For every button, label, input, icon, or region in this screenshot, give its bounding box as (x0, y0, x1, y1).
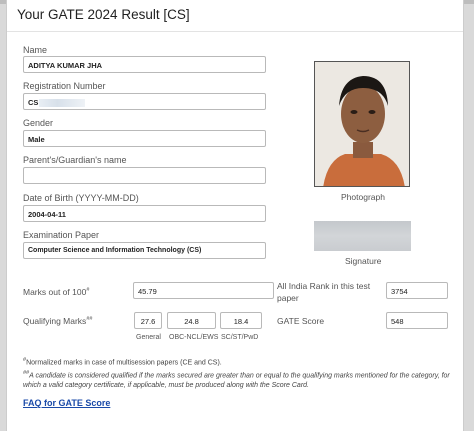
candidate-photo (314, 61, 410, 187)
parent-label: Parent's/Guardian's name (23, 155, 127, 165)
name-field: ADITYA KUMAR JHA (23, 56, 266, 73)
parent-field (23, 167, 266, 184)
gate-score-label: GATE Score (277, 316, 325, 326)
air-label: All India Rank in this test paper (277, 281, 371, 303)
registration-field: CS (23, 93, 266, 110)
qualifying-label-sup: ## (86, 316, 93, 323)
modal-header: Your GATE 2024 Result [CS] (7, 0, 463, 32)
signature-caption: Signature (345, 256, 382, 266)
marks-label: Marks out of 100# (23, 287, 89, 297)
qualifying-sc-field: 18.4 (220, 312, 262, 329)
qualifying-obc-label: OBC-NCL/EWS (169, 334, 219, 341)
redaction-blur (39, 99, 86, 108)
dob-label: Date of Birth (YYYY-MM-DD) (23, 193, 139, 203)
note2-text: A candidate is considered qualified if t… (23, 372, 450, 390)
exam-paper-field: Computer Science and Information Technol… (23, 242, 266, 259)
marks-field: 45.79 (133, 282, 274, 299)
registration-label: Registration Number (23, 81, 106, 91)
gender-label: Gender (23, 118, 54, 128)
marks-label-sup: # (86, 287, 90, 294)
qualifying-label-text: Qualifying Marks (23, 316, 87, 326)
qualifying-obc-field: 24.8 (167, 312, 216, 329)
faq-gate-score-link[interactable]: FAQ for GATE Score (23, 398, 110, 408)
qualifying-general-label: General (136, 334, 161, 341)
exam-paper-label: Examination Paper (23, 230, 100, 240)
dob-field: 2004-04-11 (23, 205, 266, 222)
photo-caption: Photograph (341, 192, 385, 202)
marks-label-text: Marks out of 100 (23, 287, 87, 297)
signature-image (314, 221, 411, 251)
qualifying-label: Qualifying Marks## (23, 316, 92, 326)
name-label: Name (23, 45, 48, 55)
note-normalized: #Normalized marks in case of multisessio… (23, 355, 453, 368)
note1-text: Normalized marks in case of multisession… (26, 359, 222, 367)
gate-score-field: 548 (386, 312, 448, 329)
note-qualified: ##A candidate is considered qualified if… (23, 368, 451, 391)
gender-field: Male (23, 130, 266, 147)
registration-value: CS (28, 98, 39, 107)
result-modal: Your GATE 2024 Result [CS] Name ADITYA K… (6, 0, 464, 431)
qualifying-general-field: 27.6 (134, 312, 162, 329)
qualifying-sc-label: SC/ST/PwD (221, 334, 259, 341)
photo-image (315, 62, 409, 186)
air-field: 3754 (386, 282, 448, 299)
modal-title: Your GATE 2024 Result [CS] (17, 7, 190, 22)
